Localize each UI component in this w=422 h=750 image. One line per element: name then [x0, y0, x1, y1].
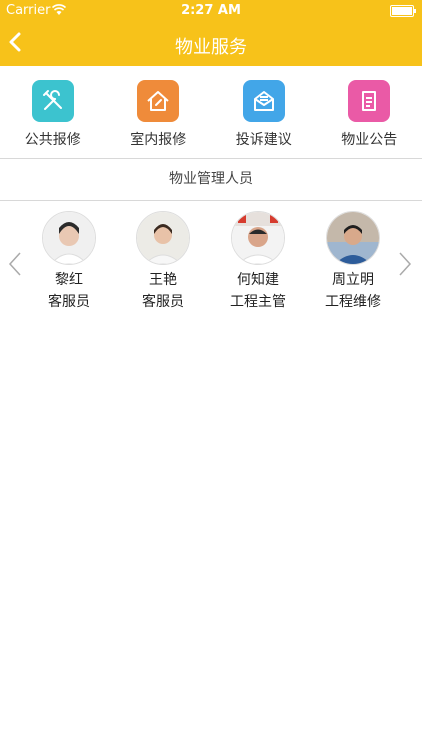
avatar — [326, 211, 380, 265]
service-public-repair[interactable]: 公共报修 — [0, 66, 106, 158]
staff-role: 工程维修 — [325, 294, 381, 310]
service-label: 公共报修 — [24, 132, 81, 148]
page-title: 物业服务 — [175, 37, 247, 58]
service-label: 物业公告 — [341, 132, 398, 148]
battery-icon — [390, 5, 416, 17]
staff-card[interactable]: 王艳 客服员 — [118, 211, 208, 313]
staff-name: 黎红 — [55, 272, 83, 288]
service-label: 投诉建议 — [235, 132, 292, 148]
service-indoor-repair[interactable]: 室内报修 — [106, 66, 212, 158]
staff-role: 客服员 — [142, 294, 184, 310]
staff-card[interactable]: 周立明 工程维修 — [308, 211, 398, 313]
avatar — [136, 211, 190, 265]
service-announcement[interactable]: 物业公告 — [317, 66, 422, 158]
staff-card[interactable]: 黎红 客服员 — [24, 211, 114, 313]
status-bar: Carrier 2:27 AM — [0, 0, 422, 22]
avatar — [231, 211, 285, 265]
mail-icon — [242, 80, 285, 122]
section-title: 物业管理人员 — [169, 171, 253, 187]
staff-name: 王艳 — [149, 272, 177, 288]
staff-role: 客服员 — [48, 294, 90, 310]
chevron-left-icon[interactable] — [8, 251, 22, 277]
staff-card[interactable]: 何知建 工程主管 — [213, 211, 303, 313]
staff-name: 周立明 — [332, 272, 374, 288]
tools-icon — [31, 80, 74, 122]
chevron-right-icon[interactable] — [398, 251, 412, 277]
staff-role: 工程主管 — [230, 294, 286, 310]
avatar — [42, 211, 96, 265]
service-grid: 公共报修 室内报修 投诉建议 物业公告 — [0, 66, 422, 158]
notice-icon — [348, 80, 391, 122]
status-time: 2:27 AM — [181, 3, 241, 18]
service-label: 室内报修 — [130, 132, 187, 148]
navigation-bar: Carrier 2:27 AM 物业服务 — [0, 0, 422, 66]
service-complaint[interactable]: 投诉建议 — [211, 66, 317, 158]
staff-carousel: 黎红 客服员 王艳 客服员 何知建 工程主管 周立明 工程维修 — [0, 201, 422, 321]
staff-name: 何知建 — [237, 272, 279, 288]
house-repair-icon — [137, 80, 180, 122]
